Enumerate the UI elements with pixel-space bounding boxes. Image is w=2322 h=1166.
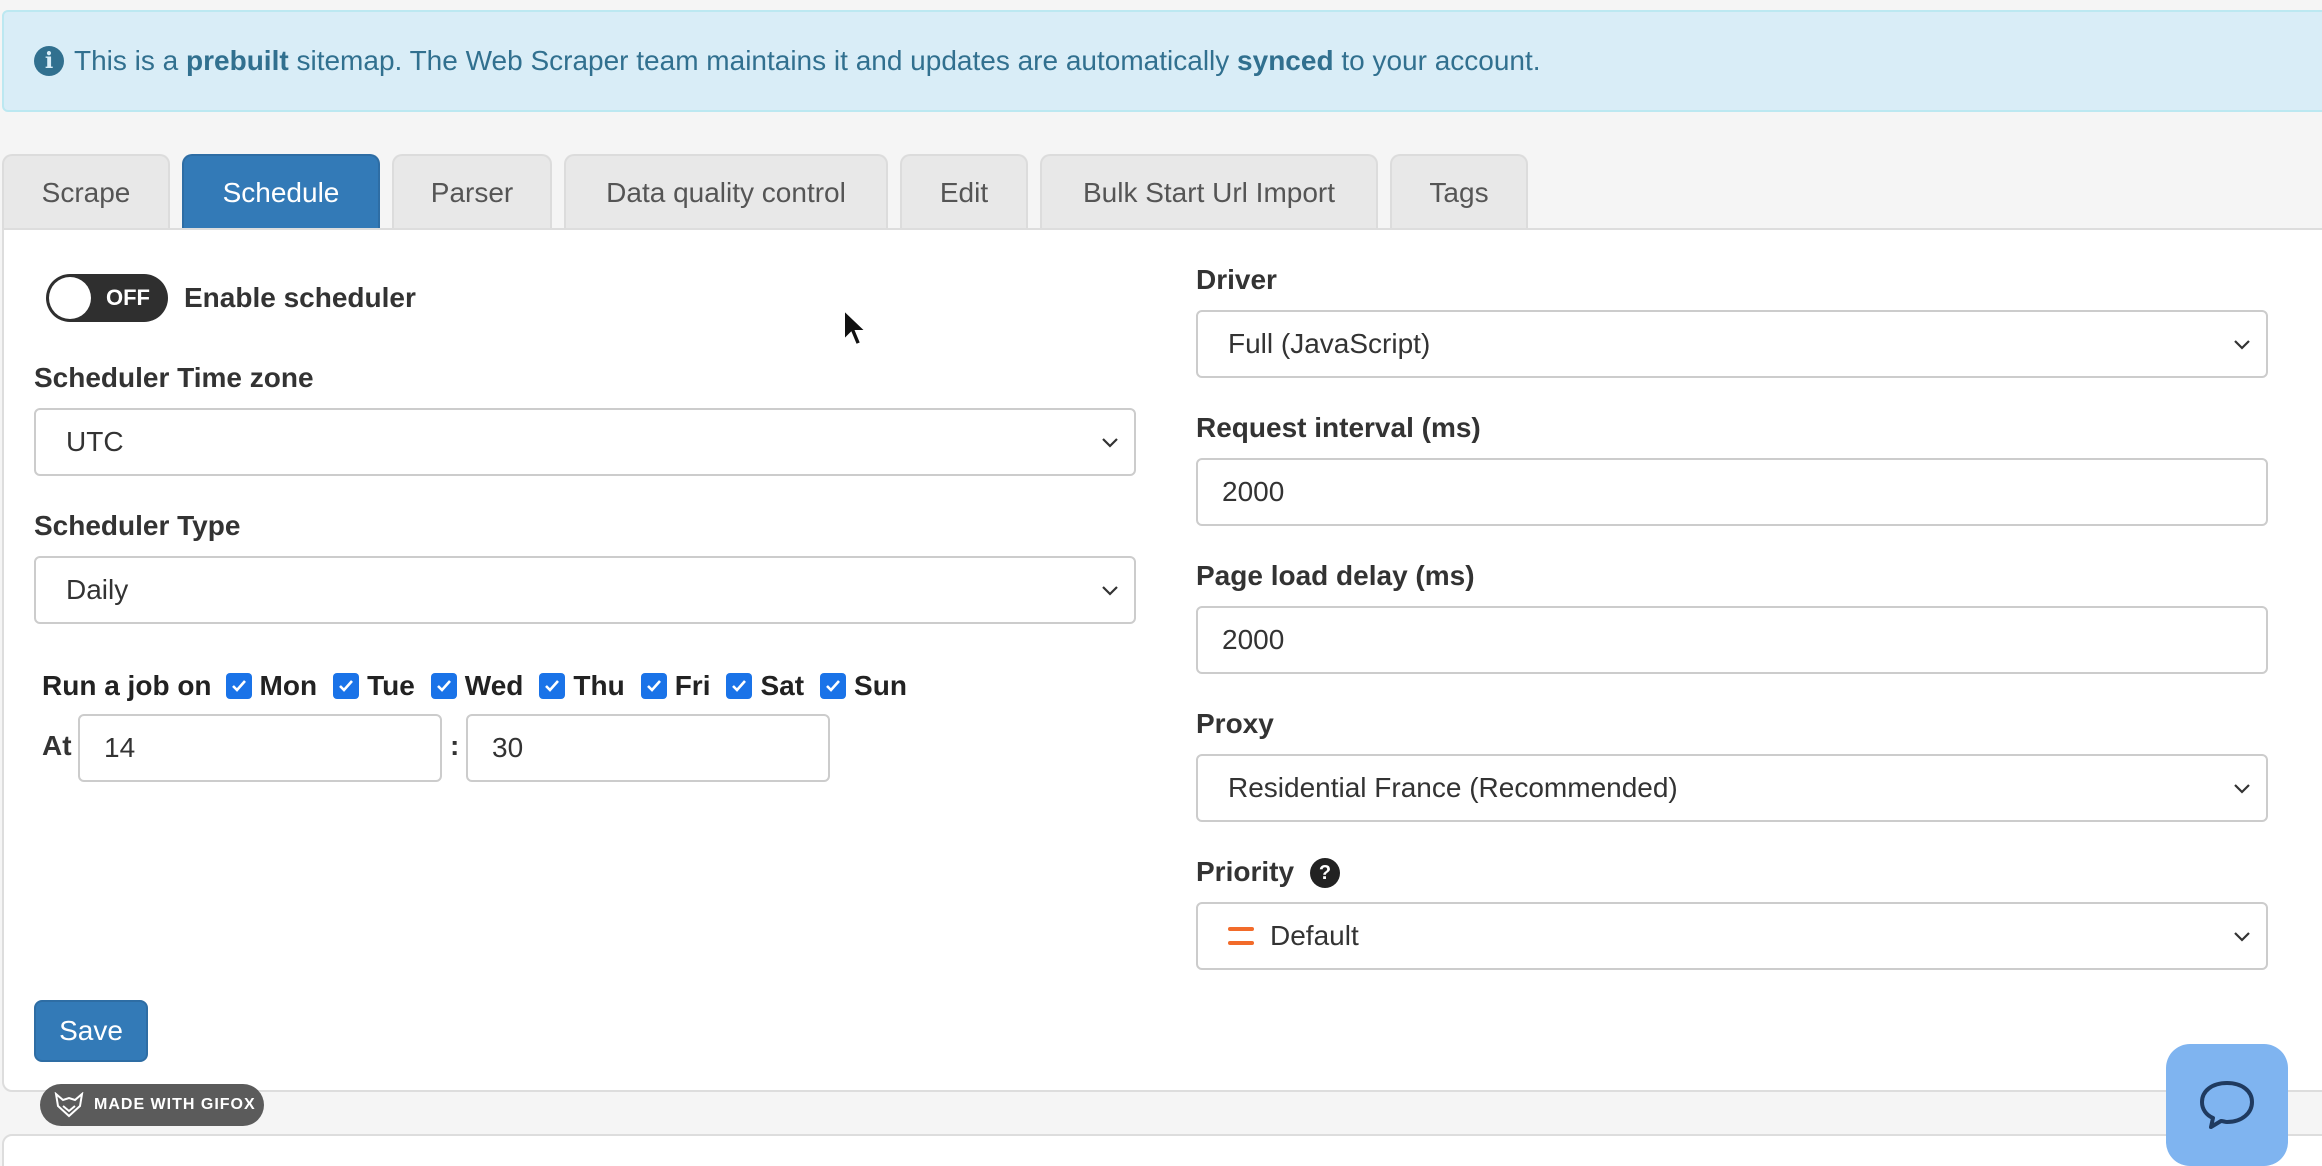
day-fri[interactable]: Fri xyxy=(640,670,711,702)
alert-bold-prebuilt: prebuilt xyxy=(186,45,289,76)
check-icon xyxy=(545,680,560,692)
day-sun[interactable]: Sun xyxy=(820,670,907,702)
chevron-down-icon xyxy=(2234,340,2250,350)
gifox-text: MADE WITH GIFOX xyxy=(94,1096,256,1113)
bottom-panel xyxy=(2,1134,2322,1166)
checkbox-sat[interactable] xyxy=(726,673,753,699)
timezone-label: Scheduler Time zone xyxy=(34,362,314,393)
minute-value: 30 xyxy=(492,732,524,763)
scheduler-type-select[interactable]: Daily xyxy=(34,556,1136,624)
mouse-cursor-icon xyxy=(843,308,868,347)
run-job-label: Run a job on xyxy=(42,670,212,701)
checkbox-sun[interactable] xyxy=(820,673,847,699)
alert-prefix: This is a xyxy=(74,45,187,76)
driver-value: Full (JavaScript) xyxy=(1228,328,1431,359)
check-icon xyxy=(339,680,354,692)
timezone-value: UTC xyxy=(66,426,124,457)
priority-select[interactable]: Default xyxy=(1196,902,2268,970)
help-icon[interactable]: ? xyxy=(1310,858,1340,888)
alert-bold-synced: synced xyxy=(1237,45,1334,76)
day-label: Thu xyxy=(573,670,625,701)
alert-suffix: to your account. xyxy=(1333,45,1541,76)
check-icon xyxy=(646,680,661,692)
driver-label: Driver xyxy=(1196,264,1277,295)
day-thu[interactable]: Thu xyxy=(539,670,625,702)
day-label: Tue xyxy=(367,670,415,701)
checkbox-mon[interactable] xyxy=(225,673,252,699)
timezone-select[interactable]: UTC xyxy=(34,408,1136,476)
proxy-select[interactable]: Residential France (Recommended) xyxy=(1196,754,2268,822)
page-load-delay-input[interactable]: 2000 xyxy=(1196,606,2268,674)
checkbox-fri[interactable] xyxy=(640,673,667,699)
run-days-row: Run a job on Mon Tue Wed Thu Fri Sat Sun xyxy=(42,666,923,706)
tab-parser[interactable]: Parser xyxy=(392,154,552,230)
toggle-state-text: OFF xyxy=(106,285,150,310)
fox-logo-icon xyxy=(54,1092,84,1118)
chevron-down-icon xyxy=(2234,784,2250,794)
hour-input[interactable]: 14 xyxy=(78,714,442,782)
tab-edit[interactable]: Edit xyxy=(900,154,1028,230)
at-label: At xyxy=(42,730,72,761)
day-tue[interactable]: Tue xyxy=(333,670,415,702)
tab-data-quality-control[interactable]: Data quality control xyxy=(564,154,888,230)
page-load-delay-value: 2000 xyxy=(1222,624,1285,655)
gifox-badge: MADE WITH GIFOX xyxy=(40,1084,264,1126)
tab-tags[interactable]: Tags xyxy=(1390,154,1528,230)
chat-bubble-icon xyxy=(2200,1081,2254,1129)
checkbox-tue[interactable] xyxy=(333,673,360,699)
chevron-down-icon xyxy=(1102,438,1118,448)
time-separator: : xyxy=(450,730,460,761)
check-icon xyxy=(231,680,246,692)
priority-value: Default xyxy=(1270,920,1359,951)
day-label: Sat xyxy=(760,670,805,701)
request-interval-value: 2000 xyxy=(1222,476,1285,507)
day-label: Wed xyxy=(464,670,524,701)
scheduler-type-label: Scheduler Type xyxy=(34,510,241,541)
chevron-down-icon xyxy=(2234,932,2250,942)
day-label: Mon xyxy=(259,670,318,701)
scheduler-toggle[interactable]: OFF xyxy=(46,274,168,322)
chevron-down-icon xyxy=(1102,586,1118,596)
day-wed[interactable]: Wed xyxy=(430,670,524,702)
tab-bulk-start-url-import[interactable]: Bulk Start Url Import xyxy=(1040,154,1378,230)
check-icon xyxy=(826,680,841,692)
request-interval-label: Request interval (ms) xyxy=(1196,412,1481,443)
toggle-knob xyxy=(49,277,91,319)
day-label: Fri xyxy=(674,670,711,701)
day-mon[interactable]: Mon xyxy=(225,670,318,702)
tab-scrape[interactable]: Scrape xyxy=(2,154,170,230)
alert-middle: sitemap. The Web Scraper team maintains … xyxy=(288,45,1238,76)
check-icon xyxy=(732,680,747,692)
save-button[interactable]: Save xyxy=(34,1000,148,1062)
check-icon xyxy=(436,680,451,692)
proxy-value: Residential France (Recommended) xyxy=(1228,772,1678,803)
priority-equal-icon xyxy=(1228,927,1254,945)
page-load-delay-label: Page load delay (ms) xyxy=(1196,560,1475,591)
hour-value: 14 xyxy=(104,732,136,763)
request-interval-input[interactable]: 2000 xyxy=(1196,458,2268,526)
chat-button[interactable] xyxy=(2166,1044,2288,1166)
scheduler-type-value: Daily xyxy=(66,574,129,605)
tab-schedule[interactable]: Schedule xyxy=(182,154,380,230)
day-label: Sun xyxy=(854,670,907,701)
enable-scheduler-label: Enable scheduler xyxy=(184,282,416,313)
checkbox-thu[interactable] xyxy=(539,673,566,699)
day-sat[interactable]: Sat xyxy=(726,670,804,702)
info-icon: i xyxy=(34,46,64,76)
priority-label: Priority xyxy=(1196,856,1295,887)
minute-input[interactable]: 30 xyxy=(466,714,830,782)
proxy-label: Proxy xyxy=(1196,708,1274,739)
info-alert: i This is a prebuilt sitemap. The Web Sc… xyxy=(2,10,2322,112)
alert-text: This is a prebuilt sitemap. The Web Scra… xyxy=(74,45,1541,77)
driver-select[interactable]: Full (JavaScript) xyxy=(1196,310,2268,378)
checkbox-wed[interactable] xyxy=(430,673,457,699)
